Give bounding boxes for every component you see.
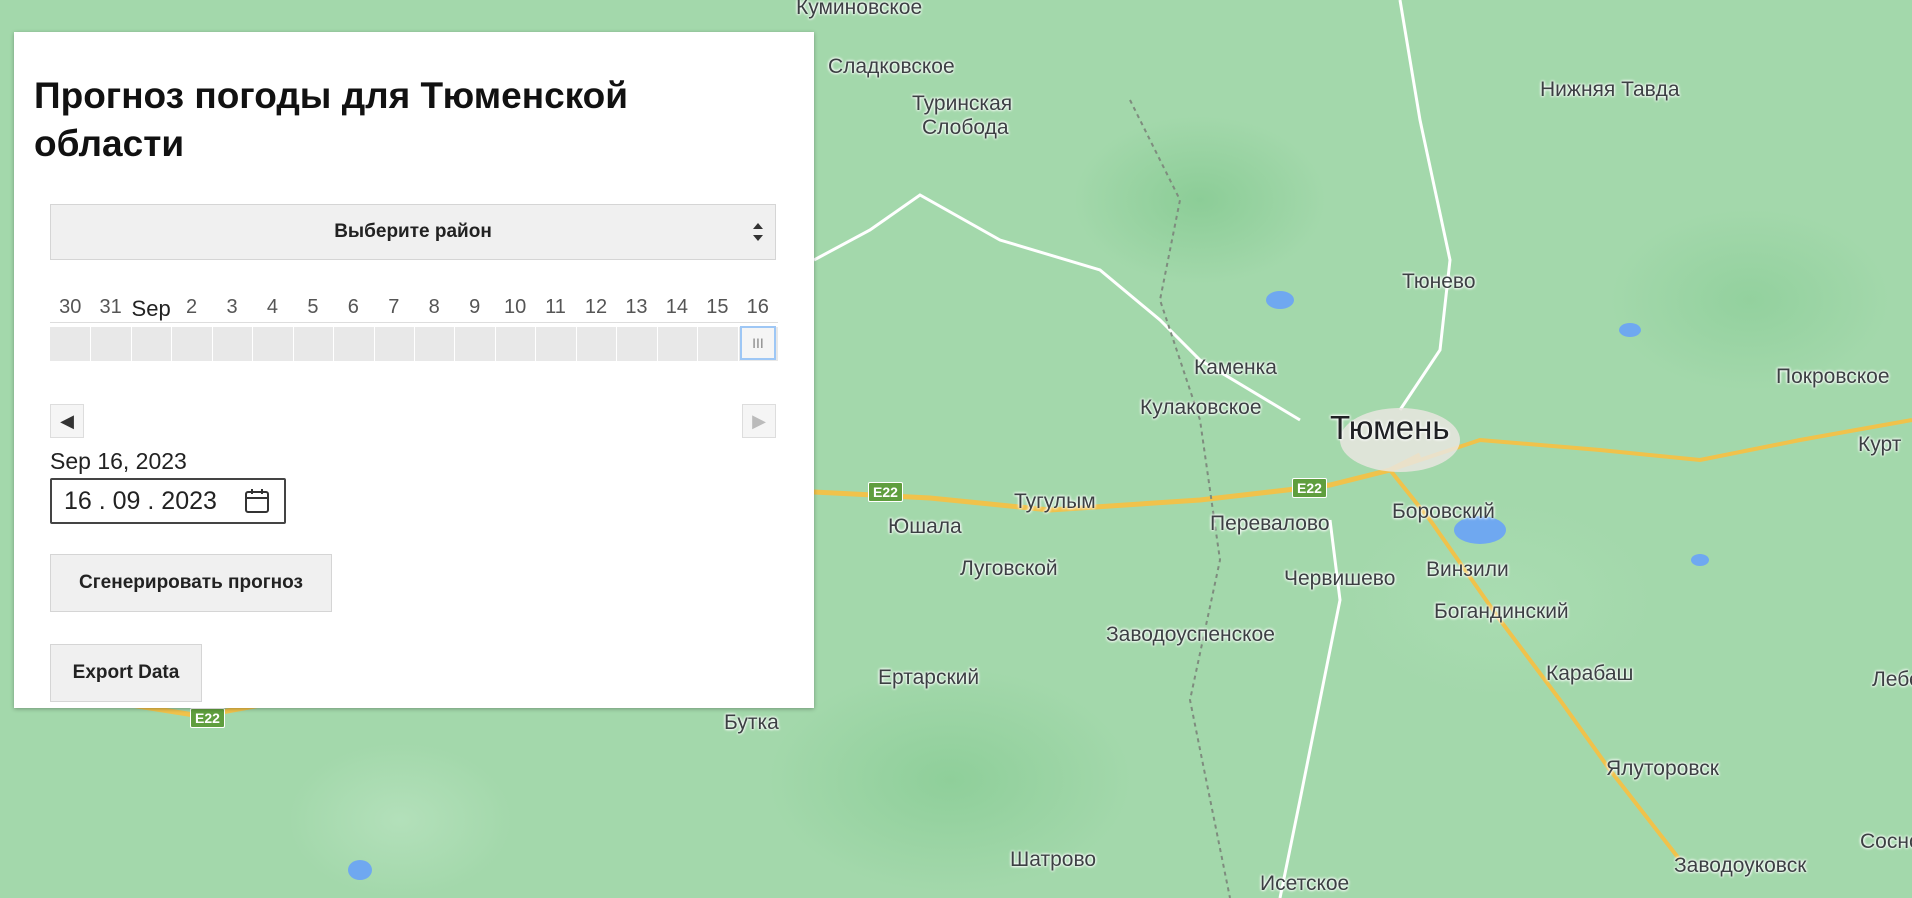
timeline-thumb-handle[interactable]: III xyxy=(740,326,776,360)
selected-date-label: Sep 16, 2023 xyxy=(50,448,187,474)
map-city-label: Тюмень xyxy=(1330,409,1450,446)
map-place-label: Боровский xyxy=(1392,500,1495,523)
timeline-segment-divider xyxy=(171,327,173,361)
export-data-button[interactable]: Export Data xyxy=(50,644,202,702)
map-place-label: Исетское xyxy=(1260,872,1350,895)
map-place-label: Перевалово xyxy=(1210,512,1330,535)
district-select-label: Выберите район xyxy=(334,221,492,242)
timeline-tick-label: 31 xyxy=(99,296,122,318)
map-place-label: Карабаш xyxy=(1546,662,1634,685)
timeline-tick-label: 16 xyxy=(746,296,769,318)
timeline-segment-divider xyxy=(737,327,739,361)
map-place-label: Тюнево xyxy=(1402,270,1476,293)
timeline-tick-label: 12 xyxy=(584,296,608,318)
map-place-label: Юшала xyxy=(888,515,962,538)
map-place-label: Сладковское xyxy=(828,55,955,78)
timeline-track[interactable] xyxy=(50,327,778,361)
map-place-label: Червишево xyxy=(1284,567,1396,590)
timeline-tick-label: Sep xyxy=(131,296,171,321)
select-arrows-icon xyxy=(753,223,763,241)
page-title: Прогноз погоды для Тюменской области xyxy=(34,75,629,164)
timeline-tick-label: 11 xyxy=(545,296,566,318)
timeline-segment-divider xyxy=(494,327,496,361)
map-place-label: Кулаковское xyxy=(1140,396,1262,419)
timeline-segment-divider xyxy=(130,327,132,361)
map-place-label: Луговской xyxy=(960,557,1058,580)
map-place-label: Винзили xyxy=(1426,558,1509,581)
timeline-tick-label: 3 xyxy=(226,296,238,318)
timeline-segment-divider xyxy=(575,327,577,361)
timeline-segment-divider xyxy=(535,327,537,361)
map-place-label: Сосно xyxy=(1860,830,1912,853)
timeline-tick-label: 15 xyxy=(706,296,729,318)
timeline-segment-divider xyxy=(90,327,92,361)
road-shield-e22: E22 xyxy=(868,482,903,502)
timeline-tick-label: 6 xyxy=(347,296,359,318)
generate-forecast-button[interactable]: Сгенерировать прогноз xyxy=(50,554,332,612)
timeline-segment-divider xyxy=(697,327,699,361)
map-place-label: Ялуторовск xyxy=(1606,757,1719,780)
timeline-segment-divider xyxy=(454,327,456,361)
timeline-tick-label: 14 xyxy=(665,296,688,318)
calendar-icon[interactable] xyxy=(244,488,270,514)
road-shield-e22: E22 xyxy=(1292,478,1327,498)
timeline-tick-label: 13 xyxy=(625,296,648,318)
map-place-label: Богандинский xyxy=(1434,600,1569,623)
map-place-label: Куминовское xyxy=(796,0,923,19)
timeline-segment-divider xyxy=(252,327,254,361)
timeline-tick-label: 10 xyxy=(503,296,527,318)
map-place-label: Покровское xyxy=(1776,365,1890,388)
timeline-prev-button[interactable]: ◀ xyxy=(50,404,84,438)
timeline-next-button[interactable]: ▶ xyxy=(742,404,776,438)
forecast-panel: Прогноз погоды для Тюменской области Выб… xyxy=(14,32,814,708)
timeline-segment-divider xyxy=(414,327,415,361)
map-place-label: Слобода xyxy=(922,116,1009,139)
date-timeline-slider[interactable]: 30 31 Sep 2 3 4 5 6 7 8 9 10 11 12 13 14 15 16 III xyxy=(50,292,778,392)
timeline-tick-label: 5 xyxy=(307,296,319,318)
district-select[interactable]: Выберите район xyxy=(50,204,776,260)
map-place-label: Заводоуспенское xyxy=(1106,623,1275,646)
timeline-tick-label: 30 xyxy=(59,296,82,318)
map-place-label: Лебед xyxy=(1872,668,1912,691)
timeline-tick-label: 7 xyxy=(388,296,400,318)
map-place-label: Бутка xyxy=(724,711,779,734)
map-place-label: Каменка xyxy=(1194,356,1277,379)
timeline-tick-label: 8 xyxy=(428,296,440,318)
date-input-value: 16 . 09 . 2023 xyxy=(64,487,217,515)
timeline-tick-label: 9 xyxy=(469,296,481,318)
road-shield-e22: E22 xyxy=(190,708,225,728)
timeline-segment-divider xyxy=(656,327,658,361)
timeline-segment-divider xyxy=(211,327,213,361)
map-place-label: Ертарский xyxy=(878,666,980,689)
map-place-label: Туринская xyxy=(912,92,1013,115)
timeline-segment-divider xyxy=(292,327,294,361)
timeline-segment-divider xyxy=(373,327,375,361)
map-place-label: Шатрово xyxy=(1010,848,1097,871)
timeline-segment-divider xyxy=(616,327,618,361)
map-place-label: Курт xyxy=(1858,433,1902,456)
map-place-label: Тугулым xyxy=(1014,490,1096,513)
date-input-field[interactable]: 16 . 09 . 2023 xyxy=(50,478,286,524)
timeline-ticks: 30 31 Sep 2 3 4 5 6 7 8 9 10 11 12 13 14 15 16 xyxy=(50,292,778,323)
timeline-tick-label: 2 xyxy=(185,296,198,318)
map-place-label: Нижняя Тавда xyxy=(1540,78,1680,101)
timeline-segment-divider xyxy=(333,327,335,361)
map-place-label: Заводоуковск xyxy=(1674,854,1807,877)
timeline-tick-label: 4 xyxy=(266,296,278,318)
